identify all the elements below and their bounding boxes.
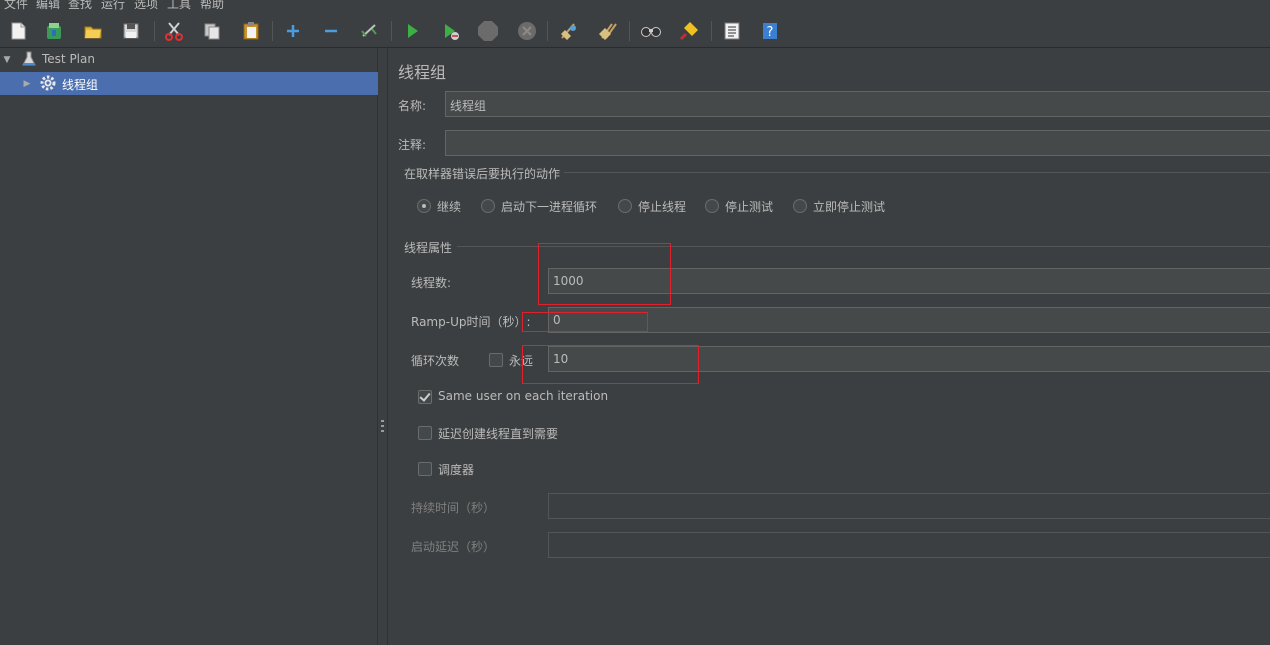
shutdown-icon[interactable] xyxy=(515,19,539,43)
page-title: 线程组 xyxy=(398,63,447,82)
annotation-box-rampup xyxy=(522,312,648,332)
duration-label: 持续时间（秒） xyxy=(411,501,496,515)
menu-edit[interactable]: 编辑 xyxy=(36,0,60,12)
save-icon[interactable] xyxy=(119,19,143,43)
comment-label: 注释: xyxy=(398,138,427,152)
clear-icon[interactable] xyxy=(557,19,581,43)
radio-start-next-loop[interactable] xyxy=(481,199,495,213)
thread-group-panel: 线程组 名称: 线程组 注释: 在取样器错误后要执行的动作 继续 启动下一进程循… xyxy=(388,48,1270,645)
radio-stop-test-now[interactable] xyxy=(793,199,807,213)
scheduler-label[interactable]: 调度器 xyxy=(438,461,474,478)
duration-field xyxy=(548,493,1270,519)
toggle-icon[interactable] xyxy=(357,19,381,43)
comment-field[interactable] xyxy=(445,130,1270,156)
radio-stop-thread-label[interactable]: 停止线程 xyxy=(638,198,686,215)
start-no-pauses-icon[interactable] xyxy=(439,19,463,43)
radio-continue[interactable] xyxy=(417,199,431,213)
menu-help[interactable]: 帮助 xyxy=(200,0,224,12)
loop-label: 循环次数 xyxy=(411,354,460,368)
same-user-checkbox[interactable] xyxy=(418,390,432,404)
scheduler-checkbox[interactable] xyxy=(418,462,432,476)
clear-all-icon[interactable] xyxy=(596,19,620,43)
menu-options[interactable]: 选项 xyxy=(134,0,158,12)
group-divider xyxy=(564,172,1270,173)
radio-stop-test-label[interactable]: 停止测试 xyxy=(725,198,773,215)
menu-run[interactable]: 运行 xyxy=(101,0,125,12)
same-user-label[interactable]: Same user on each iteration xyxy=(438,389,608,403)
thread-props-legend: 线程属性 xyxy=(404,241,453,255)
radio-stop-thread[interactable] xyxy=(618,199,632,213)
menu-tools[interactable]: 工具 xyxy=(167,0,191,12)
error-action-legend: 在取样器错误后要执行的动作 xyxy=(404,167,561,181)
test-plan-icon xyxy=(22,51,36,66)
copy-icon[interactable] xyxy=(200,19,224,43)
new-icon[interactable] xyxy=(6,19,30,43)
radio-start-next-loop-label[interactable]: 启动下一进程循环 xyxy=(501,198,597,215)
paste-icon[interactable] xyxy=(239,19,263,43)
radio-stop-test-now-label[interactable]: 立即停止测试 xyxy=(813,198,885,215)
tree-node-label: Test Plan xyxy=(42,52,95,66)
reset-search-icon[interactable] xyxy=(677,19,701,43)
menu-search[interactable]: 查找 xyxy=(68,0,92,12)
cut-icon[interactable] xyxy=(162,19,186,43)
threads-label: 线程数: xyxy=(411,276,452,290)
collapsed-arrow-icon[interactable]: ▶ xyxy=(21,72,33,95)
gear-icon xyxy=(40,75,56,91)
search-icon[interactable] xyxy=(639,19,663,43)
annotation-box-threads xyxy=(538,243,671,305)
annotation-box-loop xyxy=(522,345,699,384)
delay-create-checkbox[interactable] xyxy=(418,426,432,440)
tree-node-thread-group[interactable]: ▶ 线程组 xyxy=(0,72,378,95)
help-icon[interactable]: ? xyxy=(758,19,782,43)
menu-file[interactable]: 文件 xyxy=(4,0,28,12)
rampup-label: Ramp-Up时间（秒）: xyxy=(411,315,531,329)
rampup-field[interactable]: 0 xyxy=(548,307,1270,333)
start-icon[interactable] xyxy=(400,19,424,43)
radio-stop-test[interactable] xyxy=(705,199,719,213)
collapse-icon[interactable] xyxy=(319,19,343,43)
panel-splitter[interactable] xyxy=(378,48,388,645)
forever-checkbox[interactable] xyxy=(489,353,503,367)
svg-text:?: ? xyxy=(767,25,774,40)
startup-delay-label: 启动延迟（秒） xyxy=(411,540,496,554)
expand-icon[interactable] xyxy=(281,19,305,43)
menu-bar: 文件 编辑 查找 运行 选项 工具 帮助 xyxy=(0,0,1270,12)
tree-node-label: 线程组 xyxy=(62,78,99,92)
radio-continue-label[interactable]: 继续 xyxy=(437,198,461,215)
name-field[interactable]: 线程组 xyxy=(445,91,1270,117)
templates-icon[interactable] xyxy=(42,19,66,43)
name-label: 名称: xyxy=(398,99,427,113)
startup-delay-field xyxy=(548,532,1270,558)
stop-icon[interactable] xyxy=(476,19,500,43)
splitter-grip-icon[interactable] xyxy=(381,420,384,434)
delay-create-label[interactable]: 延迟创建线程直到需要 xyxy=(438,425,558,442)
expanded-arrow-icon[interactable]: ▼ xyxy=(1,48,13,71)
toolbar: ? xyxy=(0,12,1270,48)
function-helper-icon[interactable] xyxy=(720,19,744,43)
test-plan-tree: ▼ Test Plan ▶ 线程组 xyxy=(0,48,378,645)
open-icon[interactable] xyxy=(81,19,105,43)
tree-node-test-plan[interactable]: ▼ Test Plan xyxy=(0,48,378,71)
